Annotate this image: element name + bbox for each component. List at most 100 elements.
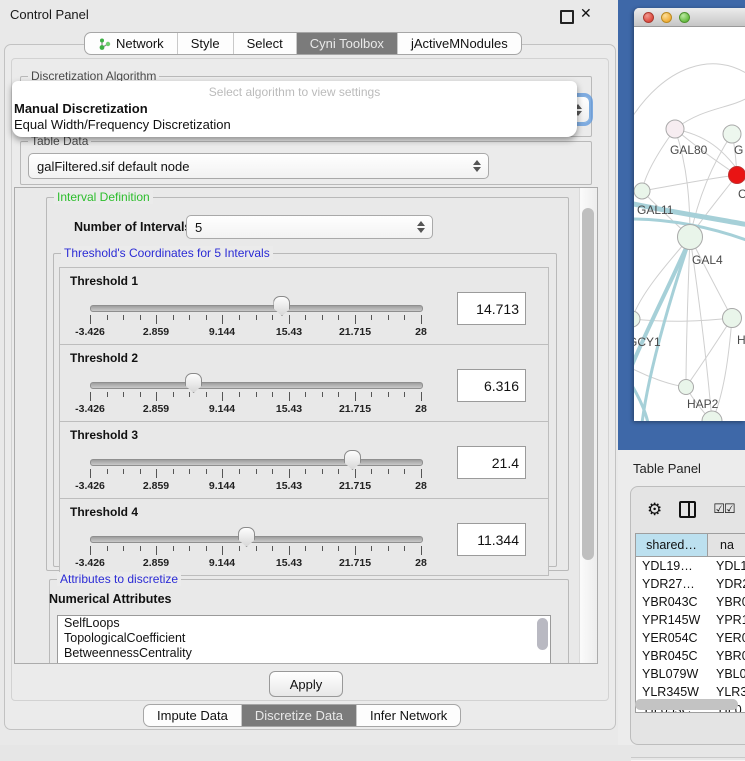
float-window-icon[interactable] bbox=[560, 10, 574, 24]
threshold-coordinates-group-title: Threshold's Coordinates for 5 Intervals bbox=[61, 246, 273, 260]
cell-name[interactable]: YBR0 bbox=[708, 647, 745, 665]
tab-label: Impute Data bbox=[157, 708, 228, 723]
table-row[interactable]: YPR145WYPR1 bbox=[636, 611, 745, 629]
table-data-combobox[interactable]: galFiltered.sif default node bbox=[28, 153, 489, 179]
cell-name[interactable]: YBL0 bbox=[708, 665, 745, 683]
node-gal4[interactable] bbox=[678, 225, 703, 250]
table-panel-toolbar: ⚙ ☑☑ bbox=[631, 487, 745, 531]
tab-label: Style bbox=[191, 36, 220, 51]
tab-discretize-data[interactable]: Discretize Data bbox=[241, 705, 356, 726]
cell-shared-name[interactable]: YBR045C bbox=[636, 647, 708, 665]
node-gcy1[interactable] bbox=[634, 311, 640, 327]
close-traffic-light-icon[interactable] bbox=[643, 12, 654, 23]
number-of-intervals-combobox[interactable]: 5 bbox=[186, 215, 433, 239]
dropdown-placeholder-option[interactable]: Select algorithm to view settings bbox=[12, 84, 577, 101]
cell-shared-name[interactable]: YBR043C bbox=[636, 593, 708, 611]
cell-name[interactable]: YPR1 bbox=[708, 611, 745, 629]
tab-infer-network[interactable]: Infer Network bbox=[356, 705, 460, 726]
table-row[interactable]: YBR045CYBR0 bbox=[636, 647, 745, 665]
node-gal11[interactable] bbox=[634, 183, 650, 199]
threshold-1-label: Threshold 1 bbox=[70, 274, 138, 288]
tick-label: 21.715 bbox=[339, 326, 371, 338]
tick-label: 9.144 bbox=[209, 326, 235, 338]
cell-name[interactable]: YDR2 bbox=[708, 575, 745, 593]
table-row[interactable]: YDL19…YDL1 bbox=[636, 557, 745, 575]
table-row[interactable]: YER054CYER0 bbox=[636, 629, 745, 647]
zoom-traffic-light-icon[interactable] bbox=[679, 12, 690, 23]
tab-style[interactable]: Style bbox=[177, 33, 233, 54]
table-data-group: Table Data galFiltered.sif default node bbox=[20, 141, 592, 185]
tab-impute-data[interactable]: Impute Data bbox=[144, 705, 241, 726]
form-scrollbar-track[interactable] bbox=[579, 188, 597, 663]
tab-network[interactable]: Network bbox=[85, 33, 177, 54]
tick-label: 2.859 bbox=[143, 480, 169, 492]
dropdown-option-equal-width-frequency[interactable]: Equal Width/Frequency Discretization bbox=[12, 117, 577, 133]
table-row[interactable]: YDR27…YDR2 bbox=[636, 575, 745, 593]
numerical-attributes-list[interactable]: SelfLoops TopologicalCoefficient Between… bbox=[57, 615, 551, 664]
table-row[interactable]: YBR043CYBR0 bbox=[636, 593, 745, 611]
tick-label: 15.43 bbox=[276, 557, 302, 569]
table-panel-body: ⚙ ☑☑ shared… na YDL19…YDL1 YDR27…YDR2 YB… bbox=[630, 486, 745, 745]
apply-button[interactable]: Apply bbox=[269, 671, 343, 697]
tab-cyni-toolbox[interactable]: Cyni Toolbox bbox=[296, 33, 397, 54]
network-view-window[interactable]: GAL80 G C GAL11 GAL4 GCY1 H HAP2 bbox=[634, 8, 745, 421]
cell-name[interactable]: YER0 bbox=[708, 629, 745, 647]
threshold-3-value-field[interactable]: 21.4 bbox=[457, 446, 526, 479]
attributes-list-scrollbar[interactable] bbox=[537, 618, 548, 650]
table-settings-gear-icon[interactable]: ⚙ bbox=[647, 501, 662, 518]
node-g[interactable] bbox=[723, 125, 741, 143]
network-window-titlebar[interactable] bbox=[634, 8, 745, 27]
threshold-4-value-field[interactable]: 11.344 bbox=[457, 523, 526, 556]
node-table[interactable]: shared… na YDL19…YDL1 YDR27…YDR2 YBR043C… bbox=[635, 533, 745, 713]
control-panel-title: Control Panel bbox=[10, 7, 89, 22]
table-horizontal-scrollbar[interactable] bbox=[635, 699, 738, 710]
node-bottom-cut[interactable] bbox=[702, 411, 722, 421]
node-red-selected[interactable] bbox=[729, 167, 745, 184]
tick-label: -3.426 bbox=[75, 557, 105, 569]
node-hap2[interactable] bbox=[679, 380, 694, 395]
cell-name[interactable]: YDL1 bbox=[708, 557, 745, 575]
dropdown-option-manual-discretization[interactable]: Manual Discretization bbox=[12, 101, 577, 117]
threshold-4-label: Threshold 4 bbox=[70, 505, 138, 519]
node-label-hap2: HAP2 bbox=[687, 397, 719, 411]
select-columns-checkboxes-icon[interactable]: ☑☑ bbox=[713, 501, 734, 517]
cell-shared-name[interactable]: YBL079W bbox=[636, 665, 708, 683]
combo-stepper-icon bbox=[417, 221, 425, 233]
column-header-shared-name[interactable]: shared… bbox=[636, 534, 708, 556]
threshold-3-slider-thumb[interactable] bbox=[344, 450, 361, 470]
cyni-mode-tabs: Impute Data Discretize Data Infer Networ… bbox=[143, 704, 461, 727]
table-row[interactable]: YBL079WYBL0 bbox=[636, 665, 745, 683]
slider-tick-labels: -3.426 2.859 9.144 15.43 21.715 28 bbox=[60, 480, 548, 492]
tab-select[interactable]: Select bbox=[233, 33, 296, 54]
node-h[interactable] bbox=[723, 309, 742, 328]
close-icon[interactable]: ✕ bbox=[580, 5, 592, 22]
threshold-4-slider-track[interactable] bbox=[90, 536, 423, 543]
threshold-1-slider-track[interactable] bbox=[90, 305, 423, 312]
threshold-2-value-field[interactable]: 6.316 bbox=[457, 369, 526, 402]
split-columns-icon[interactable] bbox=[679, 501, 696, 518]
threshold-2-slider-track[interactable] bbox=[90, 382, 423, 389]
threshold-1-slider-thumb[interactable] bbox=[273, 296, 290, 316]
threshold-2-slider-thumb[interactable] bbox=[185, 373, 202, 393]
threshold-3-slider-track[interactable] bbox=[90, 459, 423, 466]
node-label-gal80: GAL80 bbox=[670, 143, 708, 157]
column-header-name[interactable]: na bbox=[708, 534, 745, 556]
list-item[interactable]: SelfLoops bbox=[58, 616, 550, 631]
minimize-traffic-light-icon[interactable] bbox=[661, 12, 672, 23]
threshold-4-slider-thumb[interactable] bbox=[238, 527, 255, 547]
form-scrollbar-thumb[interactable] bbox=[582, 208, 594, 560]
tab-jactivemnodules[interactable]: jActiveMNodules bbox=[397, 33, 521, 54]
network-graph-canvas[interactable]: GAL80 G C GAL11 GAL4 GCY1 H HAP2 bbox=[634, 27, 745, 421]
threshold-3-label: Threshold 3 bbox=[70, 428, 138, 442]
list-item[interactable]: TopologicalCoefficient bbox=[58, 631, 550, 646]
cell-name[interactable]: YBR0 bbox=[708, 593, 745, 611]
cell-shared-name[interactable]: YER054C bbox=[636, 629, 708, 647]
threshold-1-value-field[interactable]: 14.713 bbox=[457, 292, 526, 325]
tick-label: 9.144 bbox=[209, 403, 235, 415]
cell-shared-name[interactable]: YDR27… bbox=[636, 575, 708, 593]
threshold-3-panel: Threshold 3 -3.426 2.859 9.144 15.43 21.… bbox=[59, 421, 549, 499]
list-item[interactable]: BetweennessCentrality bbox=[58, 646, 550, 661]
cell-shared-name[interactable]: YPR145W bbox=[636, 611, 708, 629]
cell-shared-name[interactable]: YDL19… bbox=[636, 557, 708, 575]
node-gal80[interactable] bbox=[666, 120, 684, 138]
